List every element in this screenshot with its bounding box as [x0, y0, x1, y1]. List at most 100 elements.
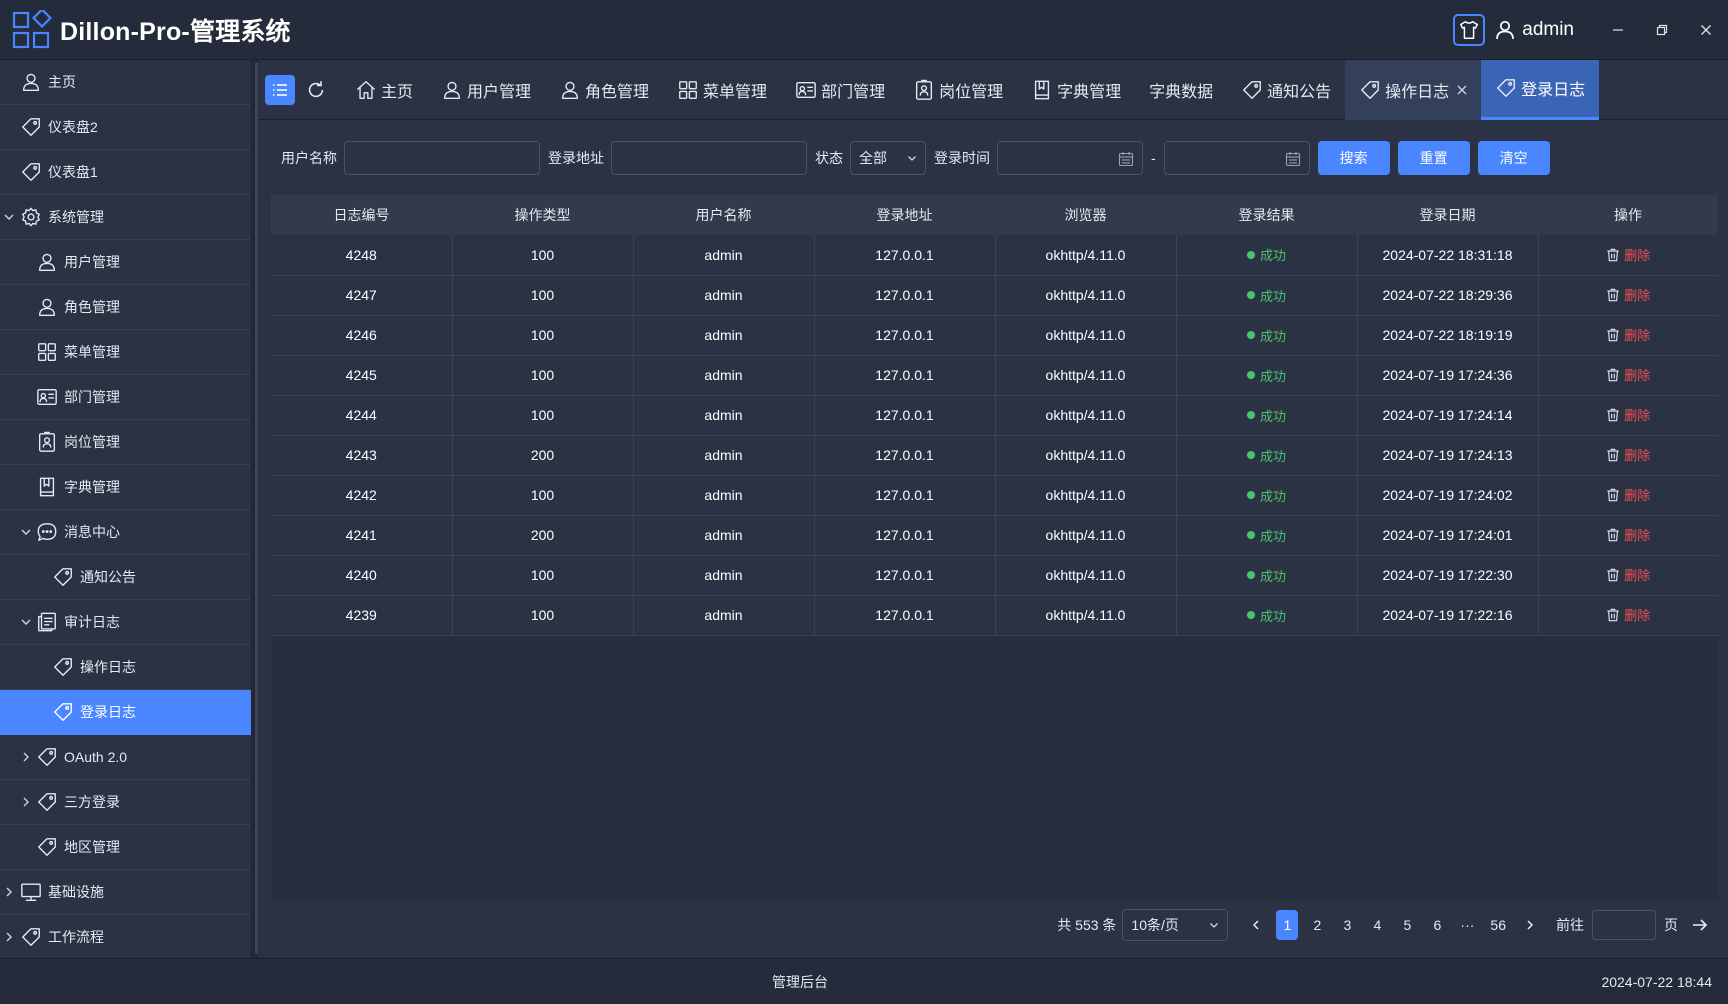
- reset-button[interactable]: 重置: [1397, 140, 1470, 175]
- cell-actions: 删除: [1538, 515, 1718, 556]
- delete-label: 删除: [1624, 368, 1651, 384]
- clear-button[interactable]: 清空: [1477, 140, 1550, 175]
- app-title: Dillon-Pro-管理系统: [60, 17, 291, 46]
- theme-toggle-button[interactable]: [1453, 13, 1486, 46]
- page-number[interactable]: 6: [1426, 910, 1448, 940]
- user-icon: [36, 296, 58, 318]
- goto-page-button[interactable]: [1686, 911, 1714, 939]
- sidebar-menu: 主页 仪表盘2 仪表盘1 系统管理 用户管理 角色管理 菜单管理 部门管理 岗位管理 字典管理消息…: [0, 60, 252, 960]
- tab[interactable]: 通知公告: [1227, 60, 1345, 120]
- sidebar-item[interactable]: 通知公告: [0, 555, 251, 600]
- sidebar-scrollbar-thumb[interactable]: [255, 62, 258, 954]
- delete-button[interactable]: 删除: [1606, 245, 1650, 264]
- delete-button[interactable]: 删除: [1606, 285, 1650, 304]
- tab-label: 岗位管理: [939, 83, 1004, 101]
- table-row: 4243 200 admin 127.0.0.1 okhttp/4.11.0 成功 2024…: [271, 435, 1718, 476]
- sidebar-item[interactable]: 操作日志: [0, 645, 251, 690]
- close-window-button[interactable]: [1684, 0, 1728, 60]
- restore-icon: [1656, 24, 1668, 35]
- sidebar-item[interactable]: 仪表盘2: [0, 105, 251, 150]
- app-footer: 管理后台 2024-07-22 18:44: [0, 958, 1728, 1004]
- cell-browser: okhttp/4.11.0: [995, 595, 1177, 636]
- refresh-button[interactable]: [301, 75, 331, 105]
- user-name[interactable]: admin: [1522, 19, 1574, 41]
- tab[interactable]: 角色管理: [545, 60, 663, 120]
- refresh-icon: [308, 80, 324, 97]
- page-number[interactable]: 5: [1396, 910, 1418, 940]
- goto-page-input[interactable]: [1592, 910, 1656, 940]
- tag-icon: [52, 656, 74, 678]
- sidebar-item[interactable]: 字典管理: [0, 465, 251, 510]
- next-page-button[interactable]: [1516, 911, 1544, 939]
- sidebar-item-label: 登录日志: [80, 704, 136, 720]
- cell-actions: 删除: [1538, 555, 1718, 596]
- sidebar-item[interactable]: 工作流程: [0, 915, 251, 960]
- sidebar-item[interactable]: 地区管理: [0, 825, 251, 870]
- tab[interactable]: 用户管理: [427, 60, 545, 120]
- chevron-right-icon: [23, 752, 29, 762]
- delete-button[interactable]: 删除: [1606, 565, 1650, 584]
- sidebar-item[interactable]: 角色管理: [0, 285, 251, 330]
- sidebar-item[interactable]: 系统管理: [0, 195, 251, 240]
- sidebar-item[interactable]: 部门管理: [0, 375, 251, 420]
- page-number[interactable]: 3: [1336, 910, 1358, 940]
- sidebar-item-label: 消息中心: [64, 524, 120, 540]
- page-number[interactable]: 4: [1366, 910, 1388, 940]
- tab[interactable]: 登录日志: [1481, 59, 1600, 120]
- sidebar-item[interactable]: OAuth 2.0: [0, 735, 251, 780]
- tab[interactable]: 菜单管理: [663, 60, 781, 120]
- username-input[interactable]: [344, 140, 540, 175]
- sidebar-item[interactable]: 三方登录: [0, 780, 251, 825]
- start-date-picker[interactable]: [997, 140, 1143, 175]
- status-label: 状态: [815, 149, 843, 166]
- delete-button[interactable]: 删除: [1606, 405, 1650, 424]
- close-icon[interactable]: [1457, 85, 1467, 95]
- chevron-right-icon: [23, 797, 29, 807]
- column-header: 操作: [1538, 195, 1718, 235]
- tab[interactable]: 操作日志: [1345, 59, 1482, 120]
- chevron-down-icon: [21, 529, 31, 535]
- tab[interactable]: 字典数据: [1135, 60, 1227, 120]
- tab-label: 字典管理: [1057, 83, 1122, 101]
- tab-list-button[interactable]: [265, 74, 295, 105]
- sidebar-item[interactable]: 仪表盘1: [0, 150, 251, 195]
- tab[interactable]: 主页: [341, 60, 427, 120]
- sidebar-item[interactable]: 消息中心: [0, 510, 251, 555]
- delete-button[interactable]: 删除: [1606, 445, 1650, 464]
- prev-page-button[interactable]: [1242, 911, 1270, 939]
- delete-button[interactable]: 删除: [1606, 605, 1650, 624]
- sidebar-item[interactable]: 用户管理: [0, 240, 251, 285]
- address-input[interactable]: [611, 140, 807, 175]
- delete-button[interactable]: 删除: [1606, 485, 1650, 504]
- page-number[interactable]: 1: [1276, 910, 1299, 940]
- trash-icon: [1607, 448, 1619, 462]
- delete-button[interactable]: 删除: [1606, 525, 1650, 544]
- table-row: 4245 100 admin 127.0.0.1 okhttp/4.11.0 成功 2024…: [271, 355, 1718, 396]
- sidebar-item[interactable]: 岗位管理: [0, 420, 251, 465]
- delete-button[interactable]: 删除: [1606, 365, 1650, 384]
- sidebar-item[interactable]: 登录日志: [0, 690, 251, 735]
- delete-button[interactable]: 删除: [1606, 325, 1650, 344]
- sidebar-item[interactable]: 基础设施: [0, 870, 251, 915]
- restore-button[interactable]: [1640, 0, 1684, 60]
- status-select[interactable]: 全部: [850, 140, 926, 175]
- success-dot-icon: [1246, 250, 1255, 259]
- page-number[interactable]: 2: [1306, 910, 1328, 940]
- sidebar-item[interactable]: 主页: [0, 60, 251, 105]
- page-size-select[interactable]: 10条/页: [1122, 909, 1229, 941]
- tab[interactable]: 字典管理: [1017, 60, 1135, 120]
- page-number[interactable]: 56: [1486, 910, 1510, 940]
- tab[interactable]: 部门管理: [781, 60, 899, 120]
- sidebar-item[interactable]: 菜单管理: [0, 330, 251, 375]
- status-badge: 成功: [1246, 406, 1286, 425]
- cell-ip: 127.0.0.1: [814, 315, 996, 356]
- page-ellipsis[interactable]: ···: [1456, 910, 1478, 940]
- monitor-icon: [20, 881, 42, 903]
- sidebar-item-label: 基础设施: [48, 884, 104, 900]
- sidebar-item[interactable]: 审计日志: [0, 600, 251, 645]
- end-date-picker[interactable]: [1163, 140, 1310, 175]
- minimize-button[interactable]: [1596, 0, 1640, 60]
- search-button[interactable]: 搜索: [1317, 140, 1390, 175]
- table-row: 4241 200 admin 127.0.0.1 okhttp/4.11.0 成功 2024…: [271, 515, 1718, 556]
- tab[interactable]: 岗位管理: [899, 60, 1017, 120]
